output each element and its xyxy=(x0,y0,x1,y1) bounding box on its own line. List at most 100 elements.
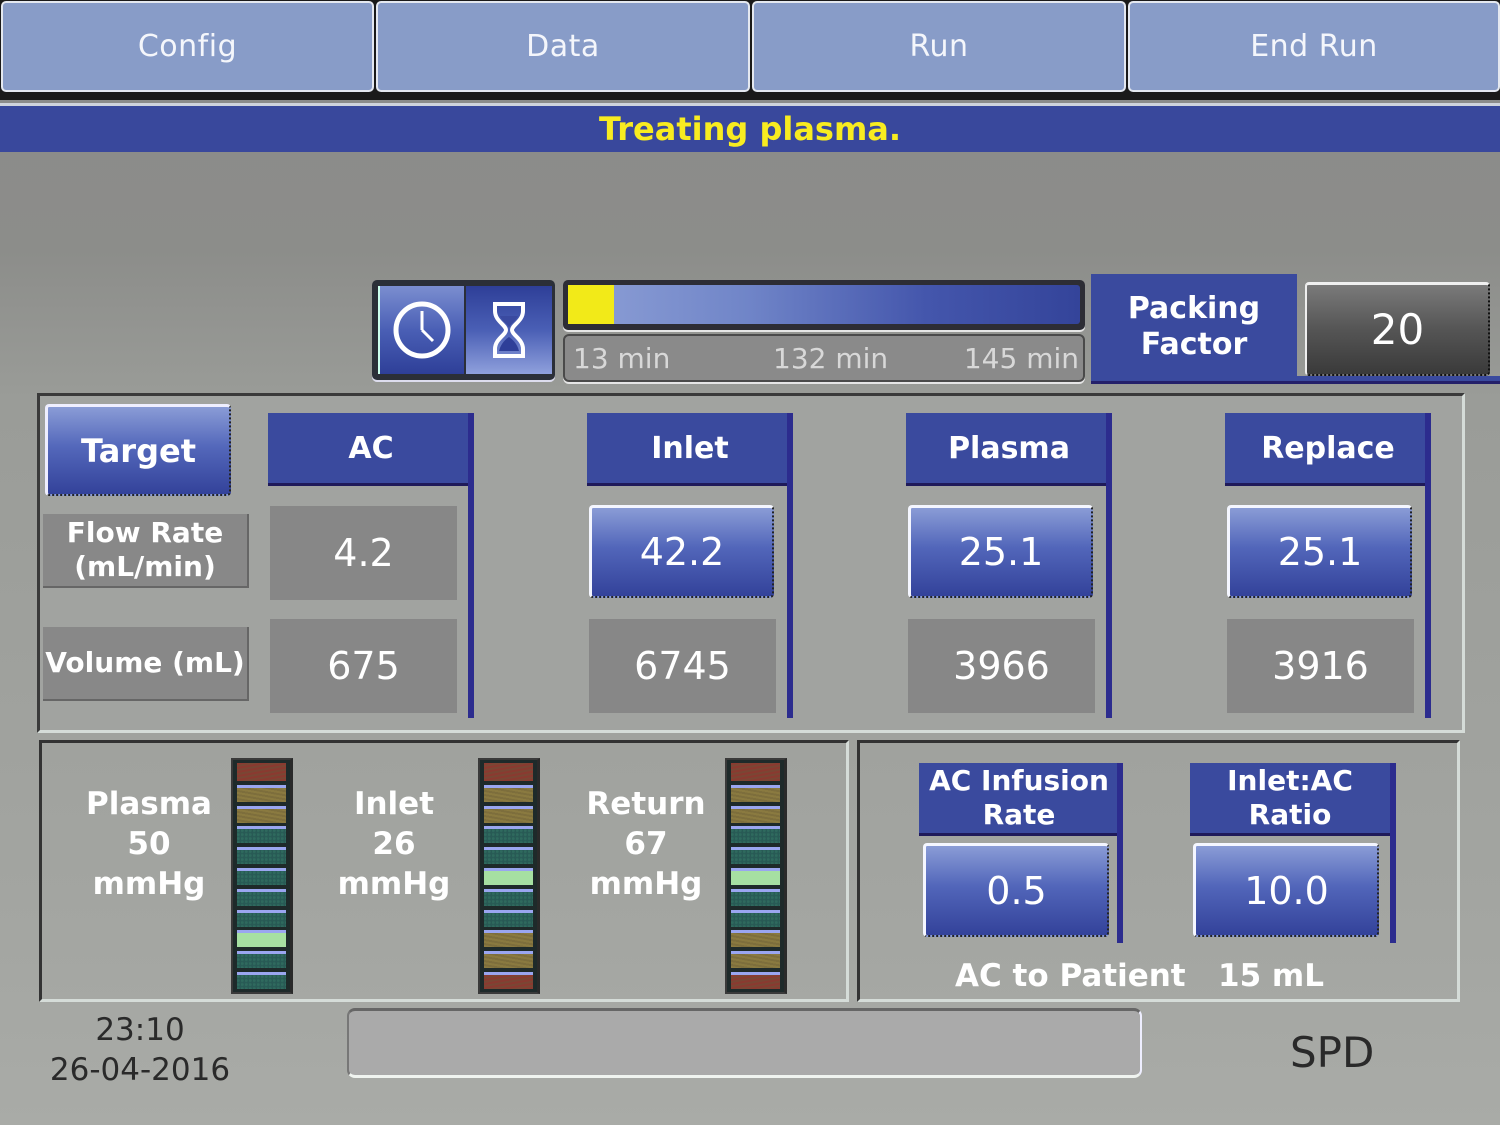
datetime: 23:10 26-04-2016 xyxy=(40,1010,240,1090)
gauge-segment xyxy=(731,826,780,844)
gauge-segment xyxy=(731,847,780,865)
column-divider xyxy=(1390,763,1396,943)
clock-icon xyxy=(393,301,451,359)
gauge-segment xyxy=(484,909,533,927)
ac-to-patient: AC to Patient 15 mL xyxy=(955,958,1324,994)
plasma-flow-rate-button[interactable]: 25.1 xyxy=(908,505,1093,598)
flow-rate-label: Flow Rate (mL/min) xyxy=(43,514,249,588)
replace-flow-rate-button[interactable]: 25.1 xyxy=(1227,505,1412,598)
target-button[interactable]: Target xyxy=(45,404,231,496)
procedure-mode: SPD xyxy=(1290,1028,1375,1077)
ac-to-patient-label: AC to Patient xyxy=(955,958,1186,994)
inlet-volume: 6745 xyxy=(589,619,776,713)
gauge-segment xyxy=(731,888,780,906)
volume-label: Volume (mL) xyxy=(43,627,249,701)
top-navigation: Config Data Run End Run xyxy=(0,0,1500,100)
gauge-segment xyxy=(484,930,533,948)
gauge-segment xyxy=(484,847,533,865)
column-divider xyxy=(1425,413,1431,718)
pressure-value: 26 xyxy=(372,826,416,862)
tab-end-run[interactable]: End Run xyxy=(1128,1,1500,92)
gauge-segment xyxy=(237,847,286,865)
ac-infusion-rate-button[interactable]: 0.5 xyxy=(923,843,1109,937)
column-header-replace: Replace xyxy=(1225,413,1431,486)
gauge-segment xyxy=(731,971,780,989)
ac-infusion-rate-label: AC Infusion Rate xyxy=(919,763,1119,836)
progress-time-labels: 13 min 132 min 145 min xyxy=(563,334,1085,382)
column-divider xyxy=(1117,763,1123,943)
gauge-segment xyxy=(731,784,780,802)
packing-factor-value-button[interactable]: 20 xyxy=(1305,282,1490,376)
plasma-pressure-gauge xyxy=(231,758,293,994)
inlet-pressure-gauge xyxy=(478,758,540,994)
gauge-segment xyxy=(237,805,286,823)
gauge-segment xyxy=(484,805,533,823)
gauge-segment xyxy=(484,971,533,989)
plasma-pressure-readout: Plasma 50 mmHg xyxy=(64,784,234,904)
gauge-segment xyxy=(731,763,780,781)
return-pressure-readout: Return 67 mmHg xyxy=(561,784,731,904)
gauge-segment xyxy=(484,763,533,781)
pressure-name: Inlet xyxy=(353,786,435,822)
gauge-segment xyxy=(731,930,780,948)
column-header-ac: AC xyxy=(268,413,474,486)
progress-fill xyxy=(568,285,615,324)
inlet-flow-rate-button[interactable]: 42.2 xyxy=(589,505,774,598)
pressure-name: Return xyxy=(586,786,706,822)
run-progress-bar xyxy=(563,280,1085,330)
gauge-segment xyxy=(237,951,286,969)
ac-volume: 675 xyxy=(270,619,457,713)
ac-flow-rate: 4.2 xyxy=(270,506,457,600)
hourglass-remaining-button[interactable] xyxy=(466,286,552,374)
hourglass-icon xyxy=(493,302,525,358)
tab-run[interactable]: Run xyxy=(752,1,1126,92)
gauge-segment xyxy=(237,888,286,906)
clock-time-button[interactable] xyxy=(378,286,464,374)
status-message: Treating plasma. xyxy=(0,103,1500,152)
gauge-segment xyxy=(484,951,533,969)
ac-to-patient-value: 15 mL xyxy=(1218,958,1324,994)
gauge-segment-active xyxy=(484,867,533,885)
column-divider xyxy=(468,413,474,718)
plasma-volume: 3966 xyxy=(908,619,1095,713)
column-divider xyxy=(787,413,793,718)
column-header-plasma: Plasma xyxy=(906,413,1112,486)
gauge-segment xyxy=(237,909,286,927)
remaining-time: 132 min xyxy=(773,342,889,375)
gauge-segment xyxy=(237,867,286,885)
inlet-ac-ratio-label: Inlet:AC Ratio xyxy=(1190,763,1390,836)
timer-mode-toggle xyxy=(372,280,555,380)
pressure-value: 50 xyxy=(127,826,171,862)
gauge-segment xyxy=(237,763,286,781)
gauge-segment xyxy=(484,784,533,802)
column-divider xyxy=(1106,413,1112,718)
pressure-unit: mmHg xyxy=(589,866,703,902)
gauge-segment xyxy=(237,971,286,989)
pressure-name: Plasma xyxy=(86,786,212,822)
gauge-segment xyxy=(731,951,780,969)
gauge-segment xyxy=(484,826,533,844)
column-header-inlet: Inlet xyxy=(587,413,793,486)
clock-time: 23:10 xyxy=(95,1012,185,1048)
tab-config[interactable]: Config xyxy=(1,1,374,92)
gauge-segment xyxy=(484,888,533,906)
gauge-segment xyxy=(237,784,286,802)
message-box xyxy=(347,1008,1142,1078)
inlet-pressure-readout: Inlet 26 mmHg xyxy=(309,784,479,904)
pressure-value: 67 xyxy=(624,826,668,862)
inlet-ac-ratio-button[interactable]: 10.0 xyxy=(1193,843,1379,937)
pressure-unit: mmHg xyxy=(337,866,451,902)
pressure-unit: mmHg xyxy=(92,866,206,902)
divider xyxy=(1091,376,1500,384)
gauge-segment xyxy=(731,909,780,927)
packing-factor-label: Packing Factor xyxy=(1091,274,1297,384)
total-time: 145 min xyxy=(963,342,1079,375)
elapsed-time: 13 min xyxy=(573,342,671,375)
tab-data[interactable]: Data xyxy=(376,1,750,92)
date: 26-04-2016 xyxy=(49,1052,231,1088)
gauge-segment-active xyxy=(237,930,286,948)
return-pressure-gauge xyxy=(725,758,787,994)
gauge-segment-active xyxy=(731,867,780,885)
replace-volume: 3916 xyxy=(1227,619,1414,713)
gauge-segment xyxy=(237,826,286,844)
